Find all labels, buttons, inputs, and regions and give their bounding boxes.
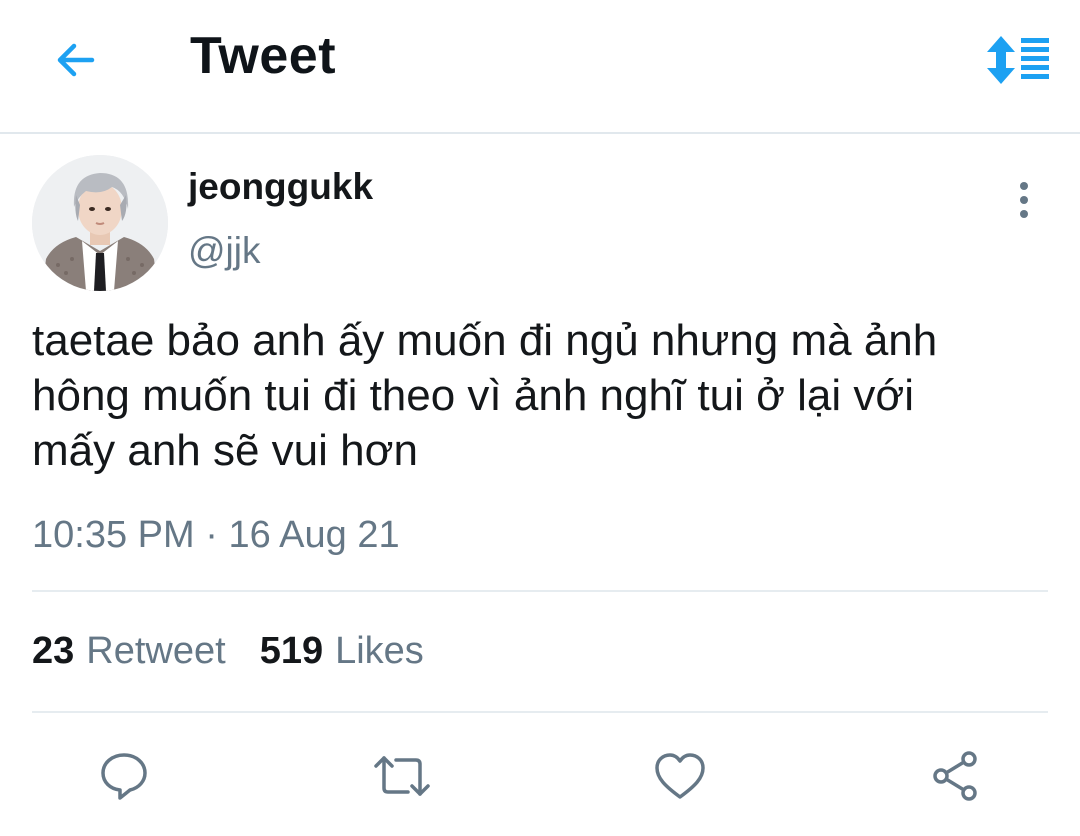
back-button[interactable] — [44, 30, 104, 90]
heart-icon — [655, 753, 705, 799]
engagement-stats: 23 Retweet 519 Likes — [32, 630, 424, 673]
retweets-stat[interactable]: 23 Retweet — [32, 630, 226, 673]
likes-label: Likes — [335, 630, 424, 672]
display-name[interactable]: jeonggukk — [188, 166, 373, 208]
reply-icon — [101, 753, 147, 800]
more-options-button[interactable] — [1004, 178, 1044, 222]
retweet-button[interactable] — [370, 744, 434, 808]
share-button[interactable] — [924, 744, 988, 808]
user-handle[interactable]: @jjk — [188, 230, 261, 272]
tweet-timestamp: 10:35 PM · 16 Aug 21 — [32, 514, 400, 557]
divider — [32, 590, 1048, 592]
page-title: Tweet — [190, 27, 337, 85]
sort-arrows-icon — [987, 36, 1049, 84]
tweet-date: 16 Aug 21 — [228, 514, 400, 556]
likes-stat[interactable]: 519 Likes — [260, 630, 424, 673]
tweet-text: taetae bảo anh ấy muốn đi ngủ nhưng mà ả… — [32, 316, 938, 475]
avatar[interactable] — [32, 155, 168, 291]
likes-count: 519 — [259, 630, 324, 672]
tweet-time: 10:35 PM — [32, 514, 195, 556]
more-vertical-icon — [1020, 182, 1028, 218]
divider — [32, 711, 1048, 713]
retweets-count: 23 — [32, 630, 75, 672]
retweet-icon — [374, 756, 430, 796]
retweets-label: Retweet — [86, 630, 226, 672]
reply-button[interactable] — [92, 744, 156, 808]
top-app-bar: Tweet — [0, 0, 1080, 134]
profile-photo — [32, 155, 168, 291]
arrow-left-icon — [57, 43, 95, 77]
timestamp-separator: · — [205, 514, 218, 556]
like-button[interactable] — [648, 744, 712, 808]
sort-button[interactable] — [980, 30, 1056, 90]
share-icon — [933, 751, 977, 801]
